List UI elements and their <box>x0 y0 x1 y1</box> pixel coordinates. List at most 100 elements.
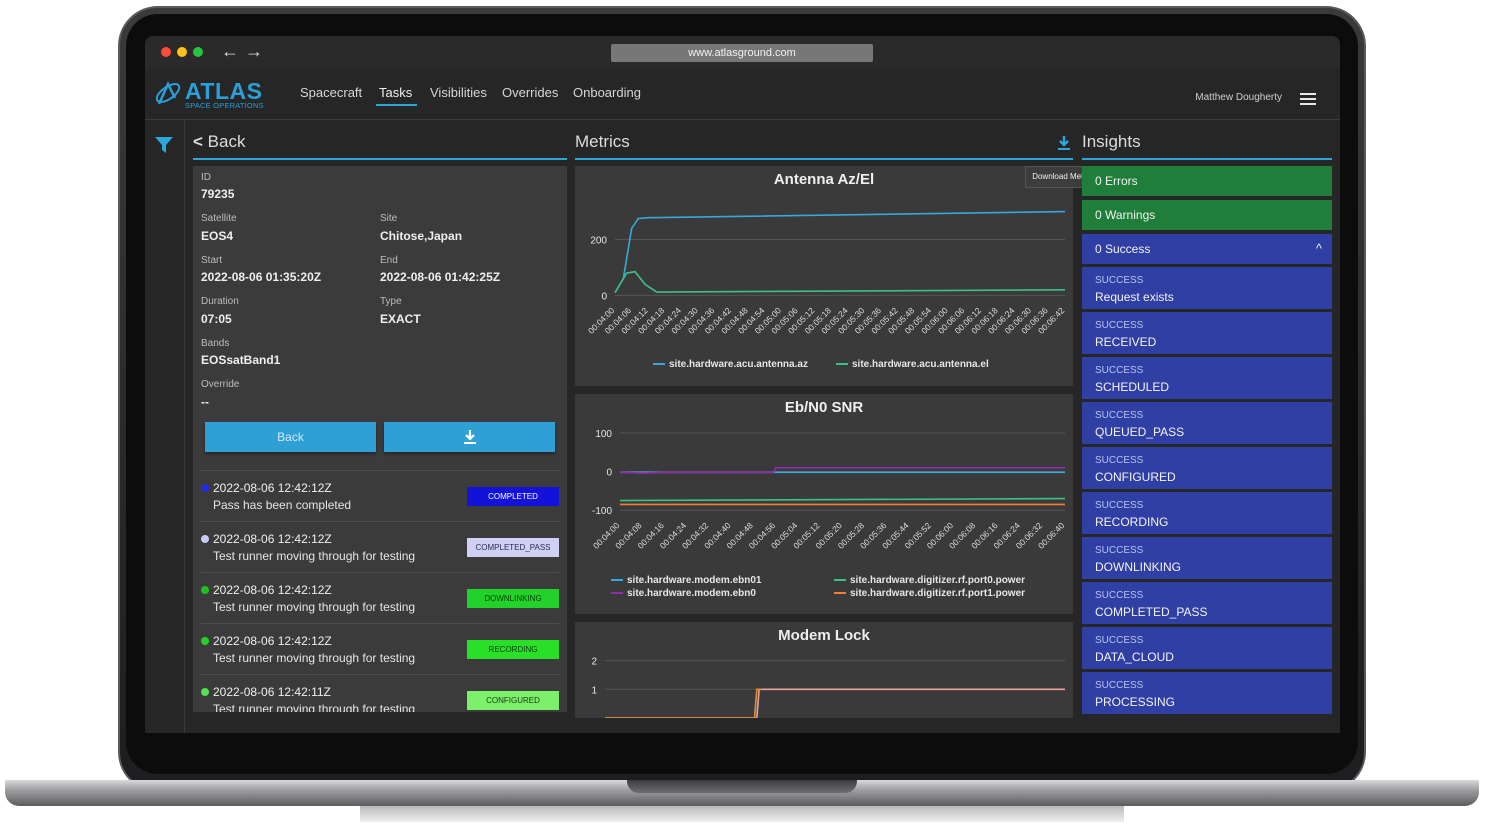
insight-item[interactable]: SUCCESS QUEUED_PASS <box>1082 402 1332 444</box>
download-icon <box>463 430 476 444</box>
url-bar[interactable]: www.atlasground.com <box>611 44 873 62</box>
insight-text: RECORDING <box>1095 515 1169 529</box>
browser-bar: ← → www.atlasground.com <box>145 36 1340 68</box>
chart-modem-lock-plot: 21 <box>591 657 1065 718</box>
insight-kind: SUCCESS <box>1095 455 1144 466</box>
insight-text: DOWNLINKING <box>1095 560 1182 574</box>
legend-label: site.hardware.acu.antenna.el <box>852 359 989 370</box>
insight-text: Request exists <box>1095 290 1174 304</box>
insight-item[interactable]: SUCCESS PROCESSING <box>1082 672 1332 714</box>
status-badge: DOWNLINKING <box>467 589 559 608</box>
minimize-window-button[interactable] <box>177 47 187 57</box>
bands-label: Bands <box>201 338 230 349</box>
event-row[interactable]: 2022-08-06 12:42:12Z Pass has been comple… <box>201 470 559 520</box>
insight-item[interactable]: SUCCESS CONFIGURED <box>1082 447 1332 489</box>
site-label: Site <box>380 213 398 224</box>
insight-item[interactable]: SUCCESS COMPLETED_PASS <box>1082 582 1332 624</box>
insight-kind: SUCCESS <box>1095 365 1144 376</box>
y-tick-label: 1 <box>591 685 597 696</box>
satellite-value: EOS4 <box>201 229 234 243</box>
y-tick-label: 0 <box>601 291 607 302</box>
end-value: 2022-08-06 01:42:25Z <box>380 270 501 284</box>
insight-kind: SUCCESS <box>1095 320 1144 331</box>
laptop-mockup: ← → www.atlasground.com ATLAS SPACE OPER… <box>0 0 1491 827</box>
insight-text: DATA_CLOUD <box>1095 650 1174 664</box>
close-window-button[interactable] <box>161 47 171 57</box>
event-time: 2022-08-06 12:42:12Z <box>213 583 332 597</box>
status-dot-icon <box>201 484 209 492</box>
status-dot-icon <box>201 688 209 696</box>
event-time: 2022-08-06 12:42:12Z <box>213 532 332 546</box>
event-row[interactable]: 2022-08-06 12:42:12Z Test runner moving t… <box>201 521 559 571</box>
insight-text: SCHEDULED <box>1095 380 1170 394</box>
duration-label: Duration <box>201 296 239 307</box>
event-row[interactable]: 2022-08-06 12:42:12Z Test runner moving t… <box>201 572 559 622</box>
legend-label: site.hardware.digitizer.rf.port1.power <box>850 588 1025 599</box>
chart-ebn0: Eb/N0 SNR 100 0 -100 00:04:00 00:04:08 00:04:… <box>575 394 1073 614</box>
override-value: -- <box>201 395 209 409</box>
back-link-label: Back <box>207 132 246 151</box>
type-label: Type <box>380 296 402 307</box>
user-name[interactable]: Matthew Dougherty <box>1195 92 1282 103</box>
insight-text: QUEUED_PASS <box>1095 425 1185 439</box>
legend-label: site.hardware.acu.antenna.az <box>669 359 808 370</box>
series-line <box>614 210 1066 294</box>
legend-label: site.hardware.modem.ebn01 <box>627 575 762 586</box>
maximize-window-button[interactable] <box>193 47 203 57</box>
series-line <box>605 688 1065 718</box>
insight-item[interactable]: SUCCESS RECEIVED <box>1082 312 1332 354</box>
duration-value: 07:05 <box>201 312 232 326</box>
hamburger-menu-icon[interactable] <box>1300 93 1316 105</box>
nav-visibilities[interactable]: Visibilities <box>430 85 487 100</box>
series-line <box>619 497 1066 502</box>
status-badge: CONFIGURED <box>467 691 559 710</box>
insight-item[interactable]: SUCCESS RECORDING <box>1082 492 1332 534</box>
nav-overrides[interactable]: Overrides <box>502 85 558 100</box>
app-screen: ← → www.atlasground.com ATLAS SPACE OPER… <box>145 36 1340 733</box>
back-arrow-icon[interactable]: ← <box>221 41 239 62</box>
event-message: Test runner moving through for testing <box>213 651 416 665</box>
event-row[interactable]: 2022-08-06 12:42:12Z Test runner moving t… <box>201 623 559 673</box>
event-row[interactable]: 2022-08-06 12:42:11Z Test runner moving t… <box>201 674 559 712</box>
start-label: Start <box>201 255 223 266</box>
forward-arrow-icon[interactable]: → <box>245 41 263 62</box>
chart-ebn0-plot: 1000-10000:04:0000:04:0800:04:1600:04:24… <box>591 429 1067 599</box>
insight-text: RECEIVED <box>1095 335 1157 349</box>
task-details-card: ID 79235 Satellite EOS4 Site Chitose,Jap… <box>193 166 567 712</box>
y-tick-label: 2 <box>591 657 597 668</box>
back-button[interactable]: Back <box>205 422 376 452</box>
insight-summary[interactable]: 0 Success ^ <box>1082 234 1332 264</box>
insight-kind: SUCCESS <box>1095 680 1144 691</box>
insights-title: Insights <box>1082 132 1141 151</box>
insight-kind: SUCCESS <box>1095 410 1144 421</box>
legend-label: site.hardware.digitizer.rf.port0.power <box>850 575 1025 586</box>
y-tick-label: -100 <box>592 506 612 517</box>
insight-item[interactable]: SUCCESS Request exists <box>1082 267 1332 309</box>
insight-kind: SUCCESS <box>1095 500 1144 511</box>
filter-icon[interactable] <box>154 135 174 155</box>
metrics-header-rule <box>575 158 1073 160</box>
id-value: 79235 <box>201 187 235 201</box>
id-label: ID <box>201 172 211 183</box>
nav-onboarding[interactable]: Onboarding <box>573 85 641 100</box>
insight-summary[interactable]: 0 Errors <box>1082 166 1332 196</box>
atlas-logo-icon <box>155 81 181 105</box>
satellite-label: Satellite <box>201 213 237 224</box>
download-button[interactable] <box>384 422 555 452</box>
nav-tasks[interactable]: Tasks <box>379 85 412 100</box>
logo-subtitle: SPACE OPERATIONS <box>185 101 264 110</box>
nav-spacecraft[interactable]: Spacecraft <box>300 85 362 100</box>
back-link[interactable]: < Back <box>193 132 245 152</box>
event-message: Test runner moving through for testing <box>213 600 416 614</box>
insight-item[interactable]: SUCCESS DOWNLINKING <box>1082 537 1332 579</box>
insight-item[interactable]: SUCCESS SCHEDULED <box>1082 357 1332 399</box>
chart-modem-lock: Modem Lock 21 <box>575 622 1073 718</box>
chevron-up-icon[interactable]: ^ <box>1316 234 1322 264</box>
insight-summary[interactable]: 0 Warnings <box>1082 200 1332 230</box>
download-metrics-icon[interactable] <box>1057 135 1071 151</box>
start-value: 2022-08-06 01:35:20Z <box>201 270 322 284</box>
insight-item[interactable]: SUCCESS DATA_CLOUD <box>1082 627 1332 669</box>
status-dot-icon <box>201 637 209 645</box>
legend-label: site.hardware.modem.ebn0 <box>627 588 756 599</box>
insight-kind: SUCCESS <box>1095 275 1144 286</box>
